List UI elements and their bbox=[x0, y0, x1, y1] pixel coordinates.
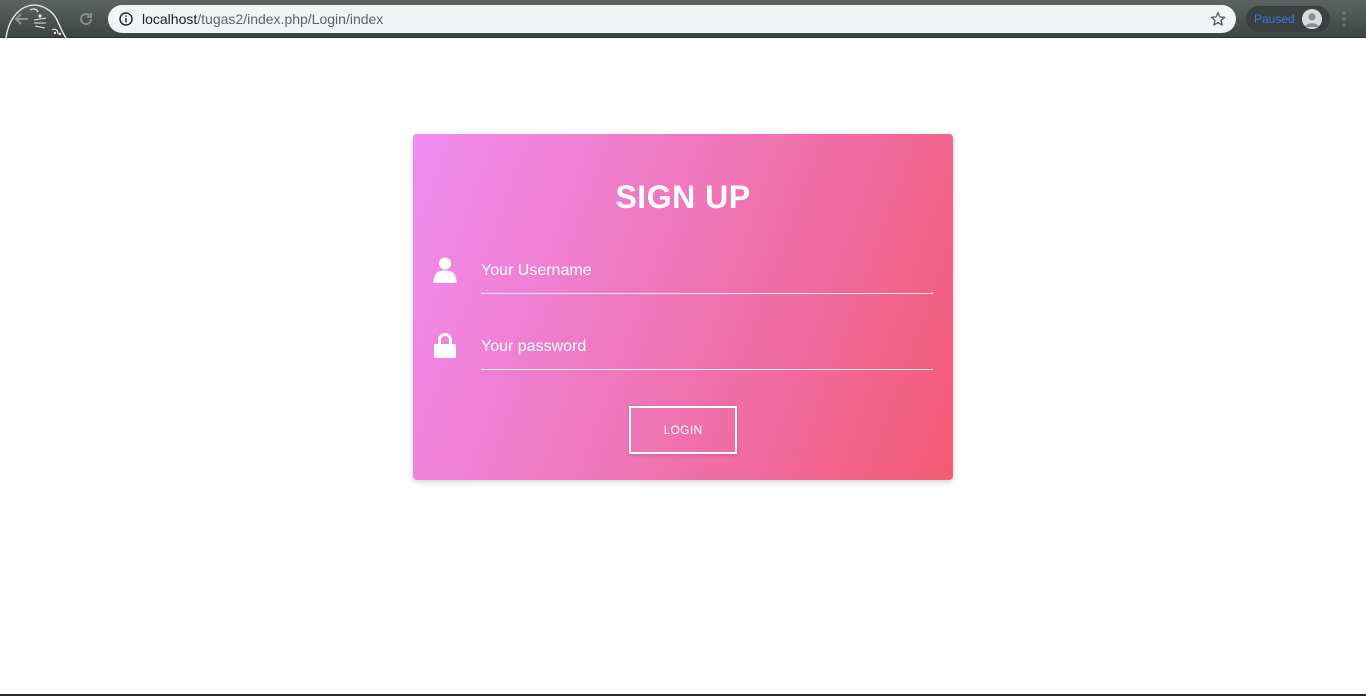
password-input[interactable] bbox=[481, 330, 933, 364]
reload-icon bbox=[80, 13, 92, 25]
reload-button[interactable] bbox=[76, 9, 96, 29]
info-icon[interactable] bbox=[119, 12, 133, 26]
back-button[interactable] bbox=[12, 9, 32, 29]
user-icon bbox=[433, 257, 457, 283]
card-title: SIGN UP bbox=[615, 179, 751, 215]
address-bar[interactable]: localhost/tugas2/index.php/Login/index bbox=[108, 5, 1236, 33]
username-input[interactable] bbox=[481, 254, 933, 288]
back-arrow-icon bbox=[14, 13, 28, 25]
kebab-menu-icon[interactable] bbox=[1338, 10, 1350, 28]
password-field[interactable] bbox=[481, 330, 933, 370]
url-text[interactable]: localhost/tugas2/index.php/Login/index bbox=[142, 11, 383, 27]
url-host: localhost bbox=[142, 11, 198, 27]
login-card: SIGN UP LOGIN bbox=[413, 134, 953, 480]
paused-label: Paused bbox=[1254, 12, 1295, 26]
browser-toolbar: localhost/tugas2/index.php/Login/index P… bbox=[0, 0, 1366, 38]
avatar-icon[interactable] bbox=[1302, 9, 1322, 29]
star-icon[interactable] bbox=[1210, 11, 1226, 27]
login-button[interactable]: LOGIN bbox=[629, 406, 737, 454]
url-path: /tugas2/index.php/Login/index bbox=[197, 11, 384, 27]
lock-icon bbox=[434, 333, 456, 358]
username-field[interactable] bbox=[481, 254, 933, 294]
